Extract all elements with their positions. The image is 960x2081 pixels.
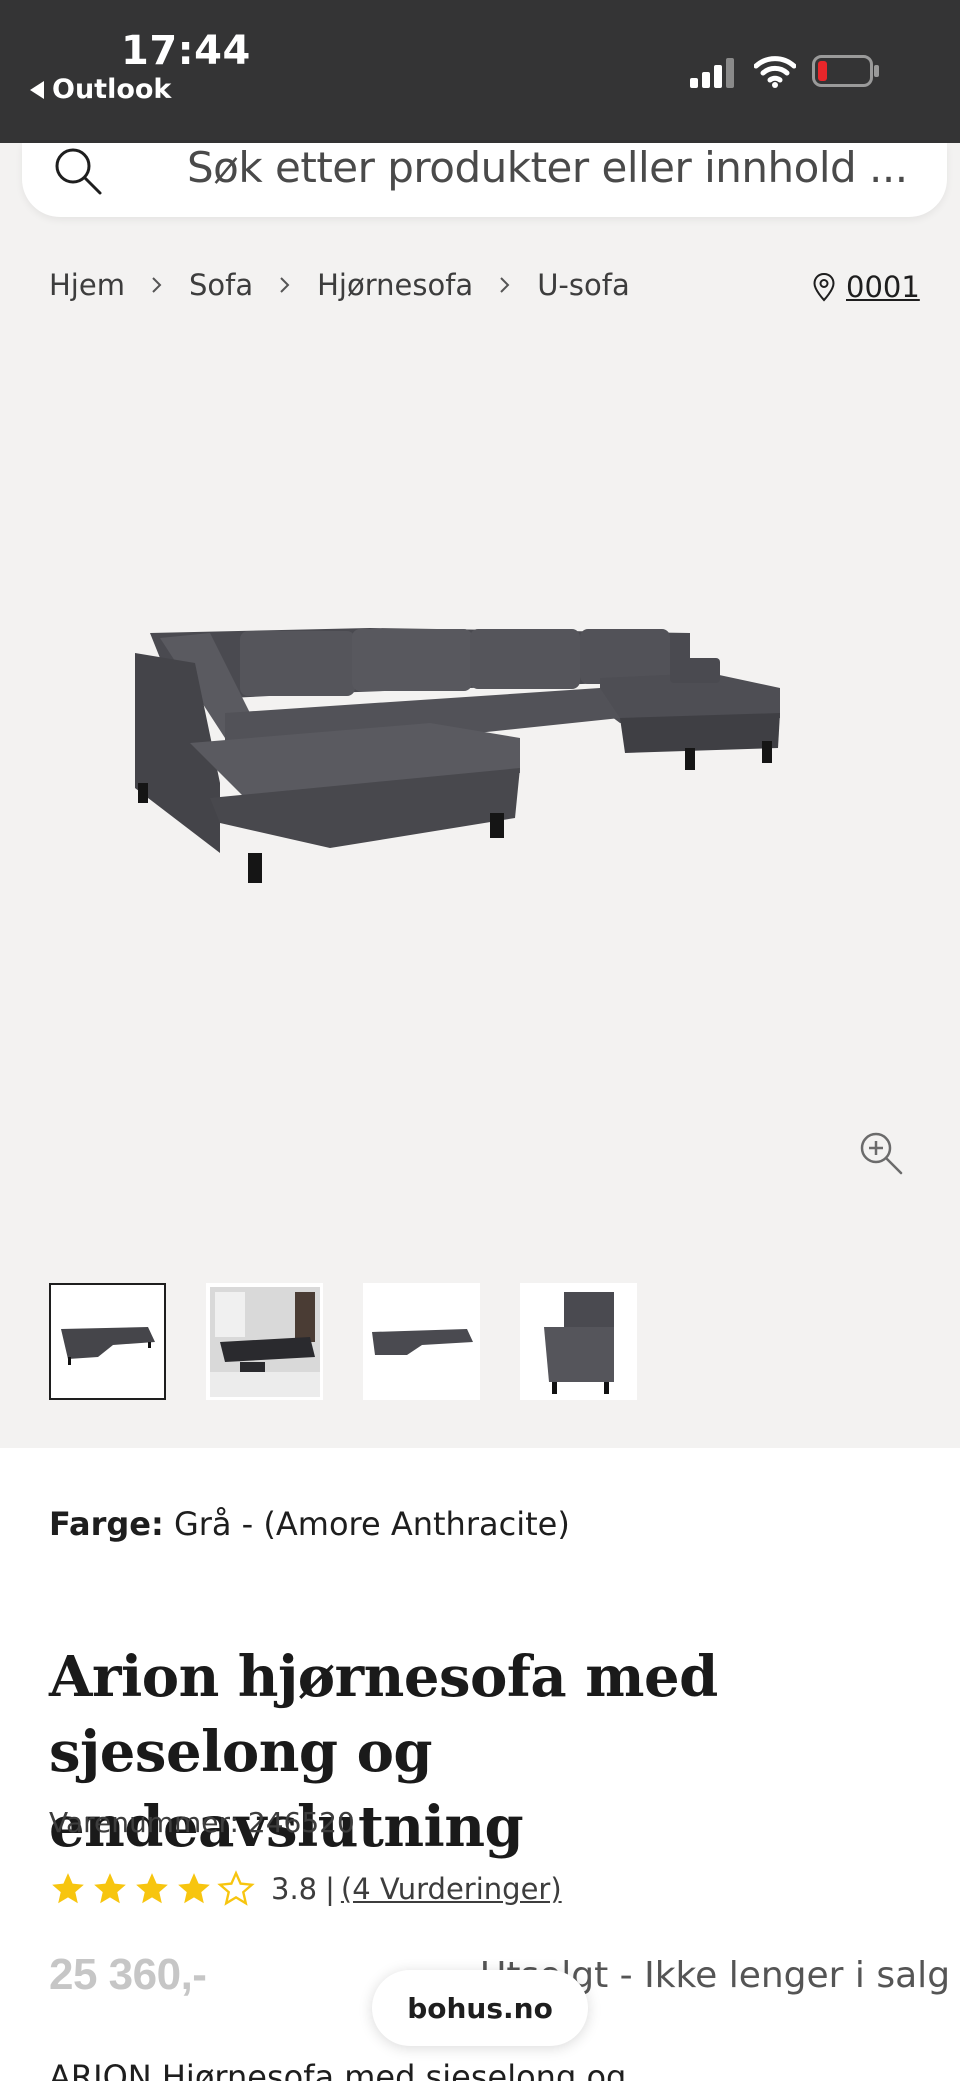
thumbnail-image [60, 1326, 155, 1365]
thumbnail-3[interactable] [363, 1283, 480, 1400]
star-outline-icon [217, 1870, 255, 1906]
sku-value: 246520 [247, 1806, 355, 1839]
star-icon [136, 1873, 168, 1904]
rating-value: 3.8 [271, 1872, 318, 1906]
star-icon [52, 1873, 84, 1904]
search-bar[interactable]: Søk etter produkter eller innhold ... [22, 143, 947, 217]
product-color: Farge: Grå - (Amore Anthracite) [49, 1505, 570, 1543]
color-label: Farge: [49, 1505, 164, 1543]
thumbnail-1[interactable] [49, 1283, 166, 1400]
back-triangle-icon [30, 80, 44, 99]
location-pin-icon [813, 272, 835, 302]
product-gallery [0, 333, 960, 1448]
thumbnail-strip [49, 1283, 637, 1400]
product-rating: 3.8 | (4 Vurderinger) [49, 1870, 562, 1908]
search-area: Søk etter produkter eller innhold ... [0, 143, 960, 333]
chevron-right-icon [280, 277, 290, 293]
rating-separator: | [325, 1872, 335, 1906]
back-to-app-button[interactable]: Outlook [30, 74, 171, 105]
search-icon[interactable] [52, 145, 104, 197]
thumbnail-image [371, 1328, 473, 1355]
star-icon [178, 1873, 210, 1904]
product-main-image[interactable] [130, 623, 830, 963]
star-icon [94, 1873, 126, 1904]
sku-label: Varenummer: [49, 1806, 239, 1839]
back-app-label: Outlook [52, 74, 172, 105]
breadcrumb: Hjem Sofa Hjørnesofa U-sofa [49, 268, 630, 302]
reviews-link[interactable]: (4 Vurderinger) [341, 1872, 562, 1906]
product-description: ARION Hjørnesofa med sjeselong og [49, 2058, 627, 2081]
store-code[interactable]: 0001 [846, 270, 920, 304]
status-time: 17:44 [121, 28, 251, 74]
browser-domain-pill[interactable]: bohus.no [372, 1970, 588, 2046]
status-bar: 17:44 Outlook [0, 0, 960, 143]
wifi-icon [754, 56, 796, 88]
product-sku: Varenummer: 246520 [49, 1806, 355, 1839]
chevron-right-icon [152, 277, 162, 293]
signal-icon [690, 58, 734, 88]
thumbnail-4[interactable] [520, 1283, 637, 1400]
color-value: Grå - (Amore Anthracite) [173, 1505, 570, 1543]
breadcrumb-item-hjornesofa[interactable]: Hjørnesofa [317, 268, 473, 302]
thumbnail-image [209, 1286, 320, 1397]
rating-stars [49, 1870, 255, 1908]
search-input[interactable]: Søk etter produkter eller innhold ... [187, 143, 908, 192]
chevron-right-icon [500, 277, 510, 293]
breadcrumb-item-u-sofa[interactable]: U-sofa [537, 268, 630, 302]
breadcrumb-item-hjem[interactable]: Hjem [49, 268, 125, 302]
breadcrumb-item-sofa[interactable]: Sofa [189, 268, 253, 302]
product-price: 25 360,- [49, 1950, 207, 1999]
thumbnail-2[interactable] [206, 1283, 323, 1400]
battery-icon [812, 55, 879, 87]
zoom-in-icon[interactable] [858, 1130, 904, 1176]
thumbnail-image [543, 1291, 614, 1394]
store-selector[interactable]: 0001 [812, 270, 920, 304]
